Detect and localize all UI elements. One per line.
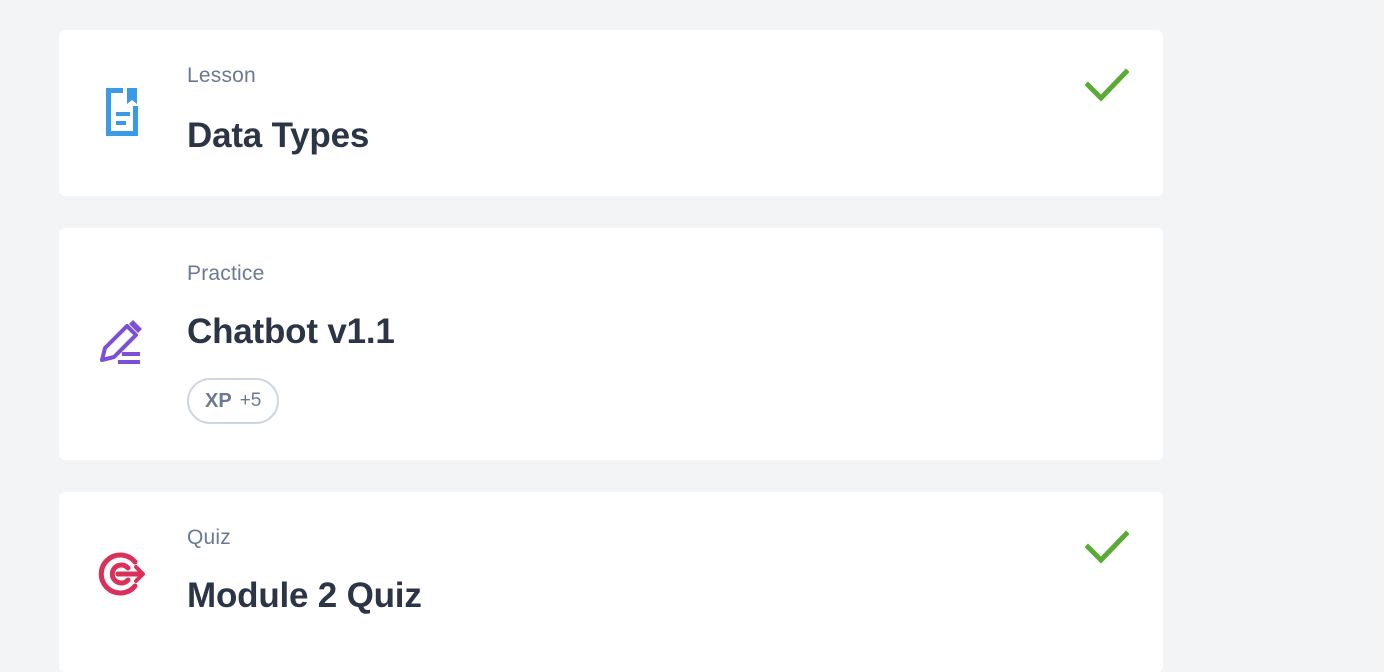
- quiz-target-icon: [98, 552, 145, 596]
- lesson-card[interactable]: Lesson Data Types: [59, 30, 1163, 196]
- item-title[interactable]: Data Types: [187, 116, 369, 156]
- item-type-label: Lesson: [187, 64, 256, 87]
- completed-check-icon: [1085, 530, 1129, 564]
- practice-pencil-icon: [100, 320, 142, 364]
- item-title[interactable]: Chatbot v1.1: [187, 312, 395, 352]
- lesson-document-icon: [106, 88, 138, 136]
- xp-badge-key: XP: [205, 389, 232, 412]
- practice-card[interactable]: Practice Chatbot v1.1 XP +5: [59, 228, 1163, 460]
- item-type-label: Quiz: [187, 526, 231, 549]
- quiz-card[interactable]: Quiz Module 2 Quiz: [59, 492, 1163, 672]
- xp-badge-value: +5: [239, 390, 262, 411]
- item-type-label: Practice: [187, 262, 265, 285]
- xp-badge: XP +5: [187, 378, 280, 424]
- completed-check-icon: [1085, 68, 1129, 102]
- item-title[interactable]: Module 2 Quiz: [187, 576, 422, 616]
